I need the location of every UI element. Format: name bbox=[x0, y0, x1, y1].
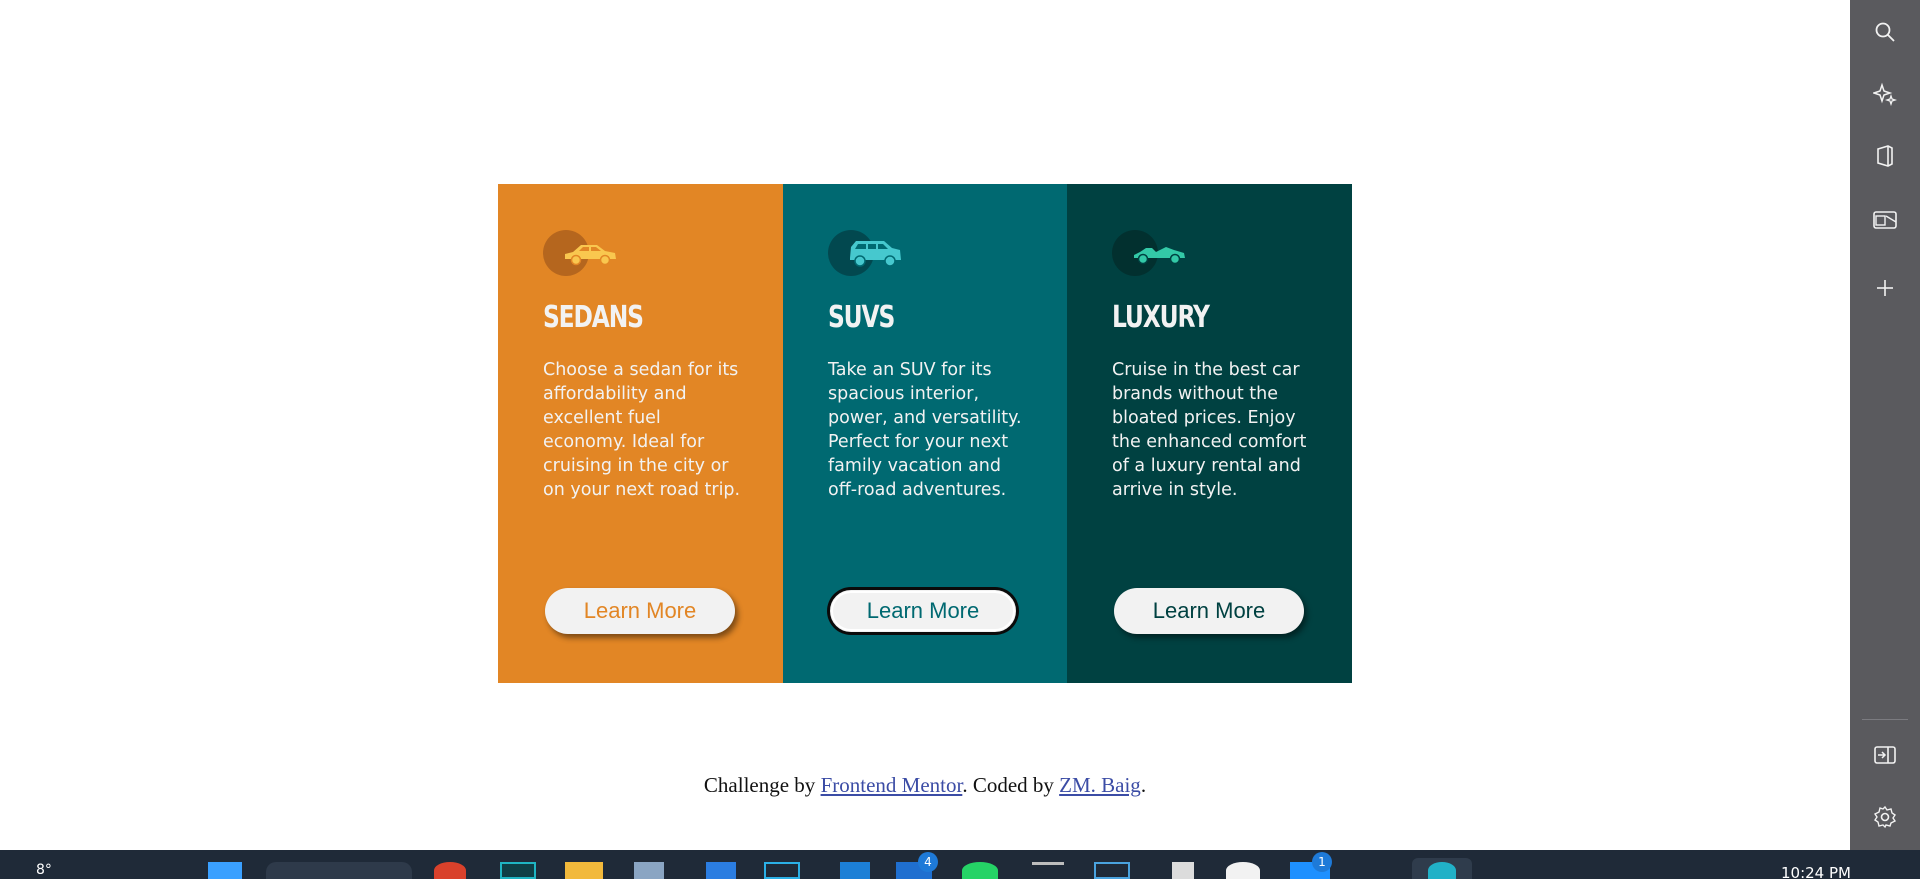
author-link[interactable]: ZM. Baig bbox=[1059, 773, 1141, 797]
card-title: SEDANS bbox=[543, 300, 644, 335]
app-icon[interactable] bbox=[1226, 862, 1260, 879]
cards-container: SEDANS Choose a sedan for its affordabil… bbox=[498, 184, 1352, 683]
chrome-icon[interactable] bbox=[434, 862, 466, 879]
sedan-car-icon bbox=[543, 228, 623, 276]
attribution-middle: . Coded by bbox=[962, 773, 1060, 797]
learn-more-button-luxury[interactable]: Learn More bbox=[1114, 588, 1304, 634]
learn-more-button-sedans[interactable]: Learn More bbox=[545, 588, 735, 634]
attribution-suffix: . bbox=[1140, 773, 1147, 797]
whatsapp-icon[interactable] bbox=[962, 862, 998, 879]
attribution: Challenge by Frontend Mentor. Coded by Z… bbox=[0, 773, 1850, 798]
copilot-sparkle-icon[interactable] bbox=[1867, 76, 1903, 112]
taskbar: 8° 4 1 10:24 PM bbox=[0, 850, 1920, 882]
active-app-edge-icon[interactable] bbox=[1412, 858, 1472, 879]
photoshop-icon[interactable] bbox=[764, 862, 800, 879]
card-description: Choose a sedan for its affordability and… bbox=[543, 360, 741, 500]
search-box[interactable] bbox=[266, 862, 412, 879]
card-suvs: SUVS Take an SUV for its spacious interi… bbox=[783, 184, 1067, 683]
card-title: LUXURY bbox=[1112, 300, 1210, 335]
attribution-prefix: Challenge by bbox=[703, 773, 821, 797]
app-icon[interactable] bbox=[1094, 862, 1130, 879]
clock-time[interactable]: 10:24 PM bbox=[1781, 864, 1851, 882]
file-explorer-icon[interactable] bbox=[565, 862, 603, 879]
card-title: SUVS bbox=[828, 300, 895, 335]
add-icon[interactable] bbox=[1867, 270, 1903, 306]
browser-page: SEDANS Choose a sedan for its affordabil… bbox=[0, 0, 1850, 850]
search-icon[interactable] bbox=[1867, 14, 1903, 50]
luxury-car-icon bbox=[1112, 228, 1192, 276]
card-description: Cruise in the best car brands without th… bbox=[1112, 360, 1307, 500]
weather-temp[interactable]: 8° bbox=[36, 862, 52, 878]
office-icon[interactable] bbox=[1867, 138, 1903, 174]
app-icon[interactable] bbox=[1032, 862, 1064, 879]
frontend-mentor-link[interactable]: Frontend Mentor bbox=[821, 773, 963, 797]
split-screen-icon[interactable] bbox=[1867, 737, 1903, 773]
card-sedans: SEDANS Choose a sedan for its affordabil… bbox=[498, 184, 783, 683]
app-icon[interactable] bbox=[634, 862, 664, 879]
notification-badge: 1 bbox=[1312, 852, 1332, 872]
app-icon[interactable] bbox=[500, 862, 536, 879]
settings-icon[interactable] bbox=[1867, 799, 1903, 835]
learn-more-button-suvs[interactable]: Learn More bbox=[828, 588, 1018, 634]
app-icon[interactable] bbox=[1172, 862, 1194, 879]
sidebar-divider bbox=[1862, 719, 1908, 720]
suv-car-icon bbox=[828, 228, 908, 276]
browser-sidebar bbox=[1850, 0, 1920, 850]
vscode-icon[interactable] bbox=[840, 862, 870, 879]
notification-badge: 4 bbox=[918, 852, 938, 872]
card-luxury: LUXURY Cruise in the best car brands wit… bbox=[1067, 184, 1352, 683]
card-description: Take an SUV for its spacious interior, p… bbox=[828, 360, 1022, 500]
start-icon[interactable] bbox=[208, 862, 242, 879]
outlook-icon[interactable] bbox=[1867, 202, 1903, 238]
app-icon[interactable] bbox=[706, 862, 736, 879]
